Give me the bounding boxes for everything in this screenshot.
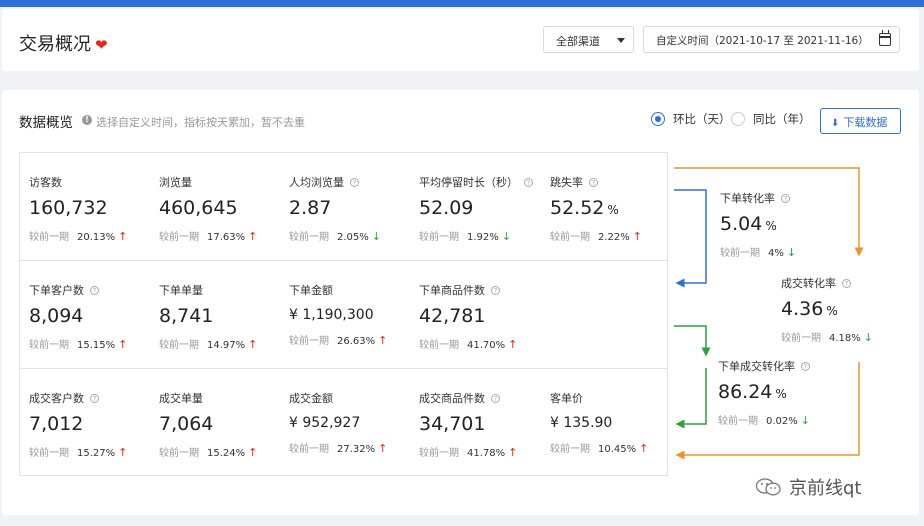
top-accent-bar [0, 0, 924, 7]
page-title: 交易概况 ❤ [19, 34, 108, 55]
calendar-icon [879, 30, 891, 46]
conversion-flow-arrows [674, 167, 864, 460]
watermark: 京前线qt [755, 474, 861, 500]
blue-arrow [674, 189, 707, 288]
orange-arrow-bottom [675, 362, 860, 460]
orange-arrow-top [674, 167, 864, 257]
heart-icon: ❤ [95, 36, 108, 54]
green-arrow-top [674, 325, 711, 357]
overview-card: 数据概览 ! 选择自定义时间，指标按天累加，暂不去重 环比（天） 同比（年） ⬇… [2, 90, 919, 515]
wechat-icon [755, 478, 781, 496]
header-card: 交易概况 ❤ 全部渠道 自定义时间（2021-10-17 至 2021-11-16… [2, 9, 919, 71]
caret-down-icon [617, 38, 625, 43]
green-arrow-bottom [675, 368, 707, 429]
date-range-picker[interactable]: 自定义时间（2021-10-17 至 2021-11-16） [643, 26, 900, 53]
channel-select[interactable]: 全部渠道 [543, 26, 634, 53]
